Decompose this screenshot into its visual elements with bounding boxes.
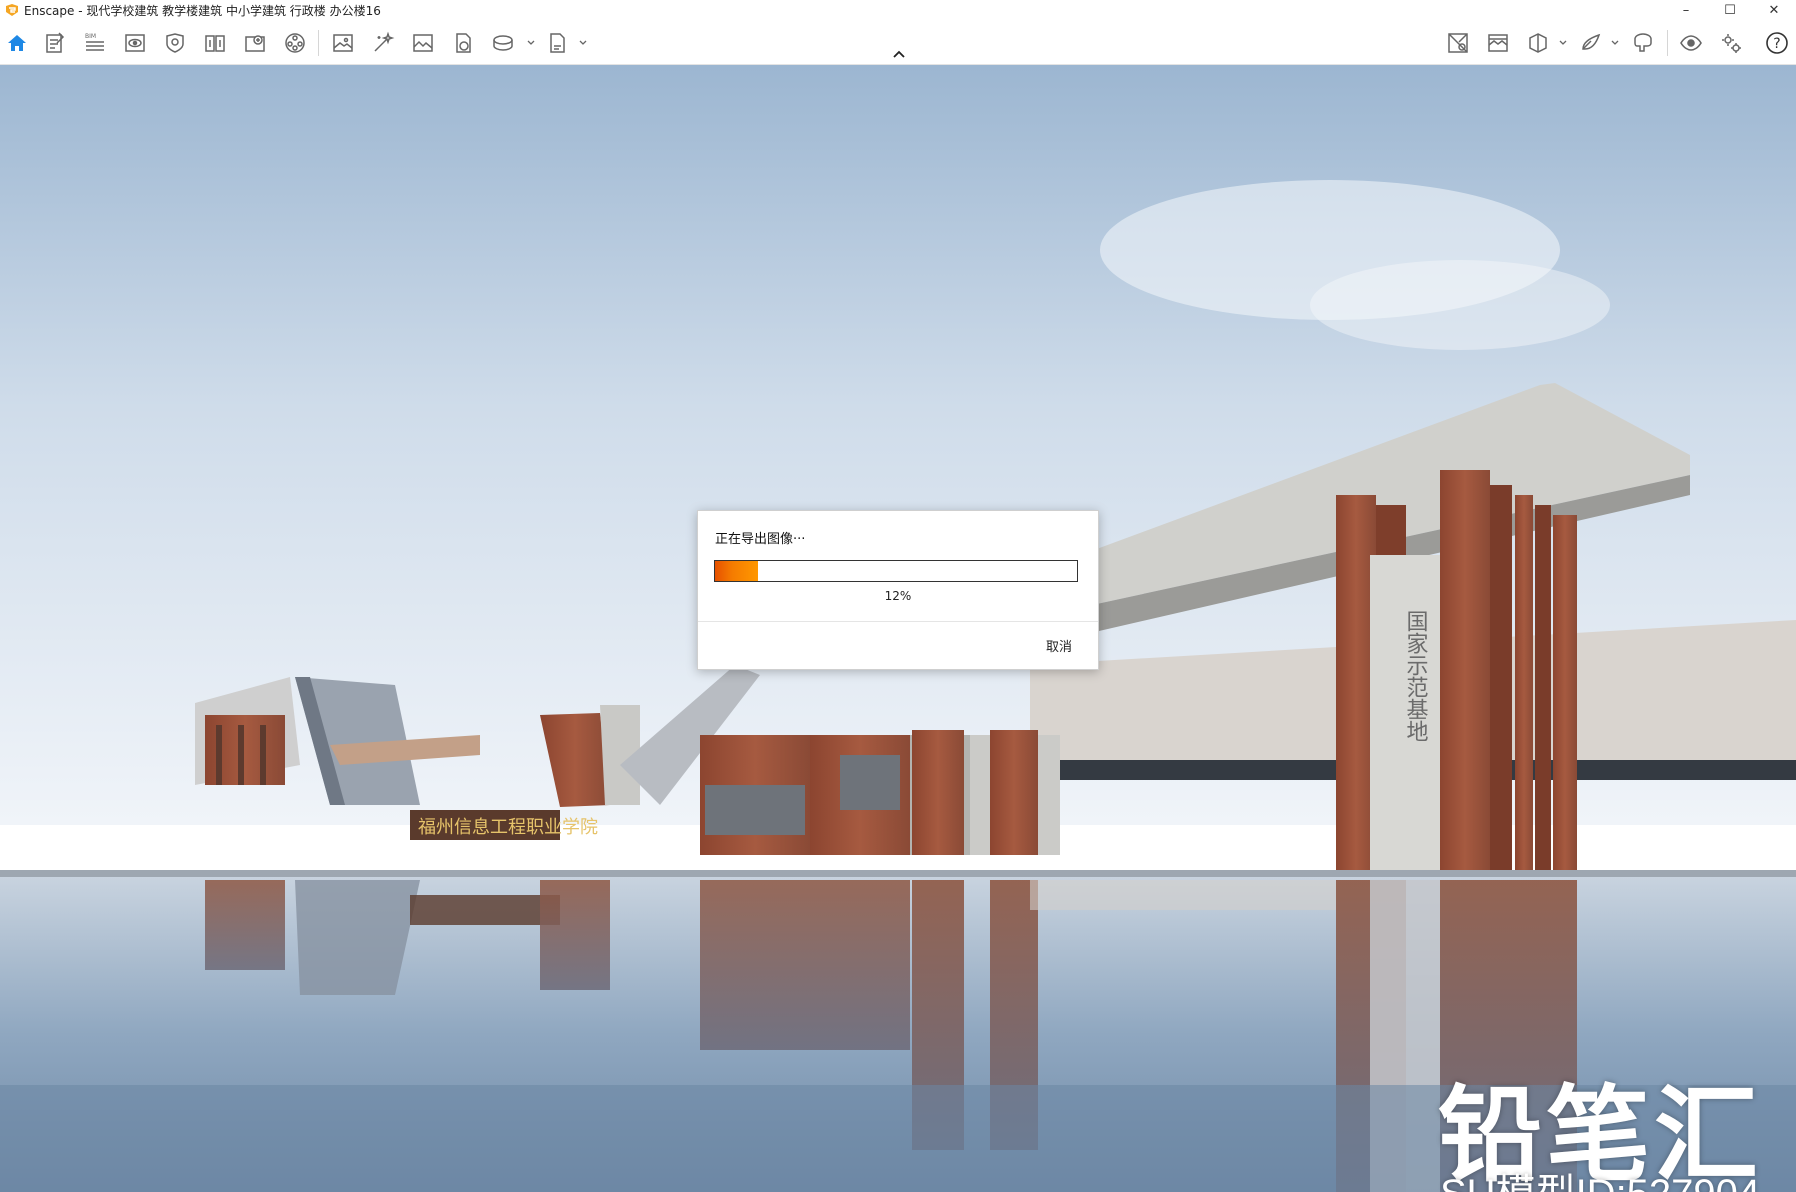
views-icon[interactable] — [122, 30, 148, 56]
cancel-button[interactable]: 取消 — [1046, 636, 1072, 655]
enscape-logo-icon — [6, 4, 18, 16]
maximize-button[interactable]: ☐ — [1708, 0, 1752, 20]
dialog-title: 正在导出图像··· — [715, 532, 806, 547]
gate-inscription: 国家示范基地 — [1403, 610, 1429, 742]
chevron-down-icon[interactable] — [1558, 36, 1568, 50]
headset-icon[interactable] — [1630, 30, 1656, 56]
video-icon[interactable] — [490, 30, 516, 56]
export-exe-icon[interactable] — [544, 30, 570, 56]
settings-icon[interactable] — [1718, 30, 1744, 56]
window-title: Enscape - 现代学校建筑 教学楼建筑 中小学建筑 行政楼 办公楼16 — [24, 3, 381, 18]
progress-percent-label: 12% — [884, 589, 912, 603]
minimize-button[interactable]: – — [1664, 0, 1708, 20]
svg-text:?: ? — [1773, 36, 1780, 52]
help-icon[interactable]: ? — [1764, 30, 1790, 56]
panorama-icon[interactable] — [450, 30, 476, 56]
bim-icon[interactable]: BIM — [82, 30, 108, 56]
minimap-icon[interactable] — [1445, 30, 1471, 56]
chevron-up-icon[interactable] — [891, 48, 907, 60]
screenshot-icon[interactable] — [330, 30, 356, 56]
watermark-model-id: SU模型ID:527904 — [1440, 1161, 1760, 1192]
export-progress-bar — [714, 560, 1078, 582]
chevron-down-icon[interactable] — [578, 36, 588, 50]
eye-icon[interactable] — [1678, 30, 1704, 56]
section-icon[interactable] — [202, 30, 228, 56]
magic-icon[interactable] — [370, 30, 396, 56]
vr-icon[interactable] — [1525, 30, 1551, 56]
close-button[interactable]: ✕ — [1752, 0, 1796, 20]
asset-library-icon[interactable] — [242, 30, 268, 56]
home-icon[interactable] — [4, 30, 30, 56]
sketch-icon[interactable] — [1578, 30, 1604, 56]
progress-fill — [715, 561, 759, 581]
building-sign: 福州信息工程职业学院 — [418, 817, 598, 838]
notes-icon[interactable] — [42, 30, 68, 56]
export-progress-dialog: 正在导出图像··· 12% 取消 — [697, 510, 1099, 670]
batch-render-icon[interactable] — [410, 30, 436, 56]
material-editor-icon[interactable] — [282, 30, 308, 56]
dialog-divider — [698, 621, 1098, 622]
atmosphere-icon[interactable] — [162, 30, 188, 56]
svg-text:BIM: BIM — [85, 33, 96, 40]
chevron-down-icon[interactable] — [526, 36, 536, 50]
toolbar-divider — [318, 30, 319, 56]
chevron-down-icon[interactable] — [1610, 36, 1620, 50]
title-bar: Enscape - 现代学校建筑 教学楼建筑 中小学建筑 行政楼 办公楼16 –… — [0, 0, 1796, 20]
visual-settings-icon[interactable] — [1485, 30, 1511, 56]
toolbar-divider — [1667, 30, 1668, 56]
